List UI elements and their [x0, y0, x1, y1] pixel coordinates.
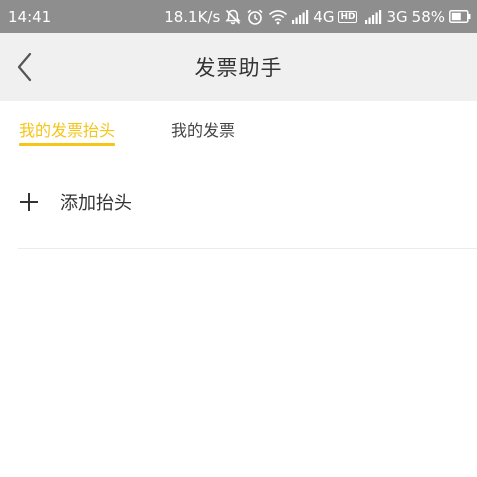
- status-time: 14:41: [8, 7, 52, 26]
- wifi-icon: [268, 9, 288, 25]
- hd-badge: HD: [338, 10, 358, 23]
- add-header-label: 添加抬头: [60, 193, 132, 214]
- signal-4g-label: 4G: [313, 7, 335, 26]
- status-bar: 14:41 18.1K/s 4G HD 3G 58%: [0, 0, 477, 33]
- tab-label: 我的发票: [171, 121, 236, 140]
- network-speed: 18.1K/s: [164, 7, 221, 26]
- divider: [18, 248, 477, 249]
- nav-bar: 发票助手: [0, 33, 477, 101]
- tab-my-invoice-headers[interactable]: 我的发票抬头: [19, 117, 116, 146]
- tab-my-invoices[interactable]: 我的发票: [171, 117, 235, 141]
- battery-percent: 58%: [411, 7, 445, 26]
- tab-bar: 我的发票抬头 我的发票: [0, 101, 477, 149]
- tab-label: 我的发票抬头: [19, 121, 116, 140]
- signal-icon: [365, 9, 382, 24]
- battery-icon: [449, 10, 471, 23]
- add-header-button[interactable]: 添加抬头: [0, 175, 477, 227]
- alarm-icon: [246, 8, 264, 26]
- status-icons: 18.1K/s 4G HD 3G 58%: [164, 8, 471, 26]
- page-title: 发票助手: [194, 56, 283, 80]
- plus-icon: [19, 192, 39, 216]
- signal-icon: [292, 9, 309, 24]
- bell-off-icon: [224, 8, 242, 26]
- signal-3g-label: 3G: [386, 7, 408, 26]
- app-screen: 14:41 18.1K/s 4G HD 3G 58% 发票助手 我的发票抬头 我…: [0, 0, 477, 477]
- active-tab-indicator: [19, 143, 116, 146]
